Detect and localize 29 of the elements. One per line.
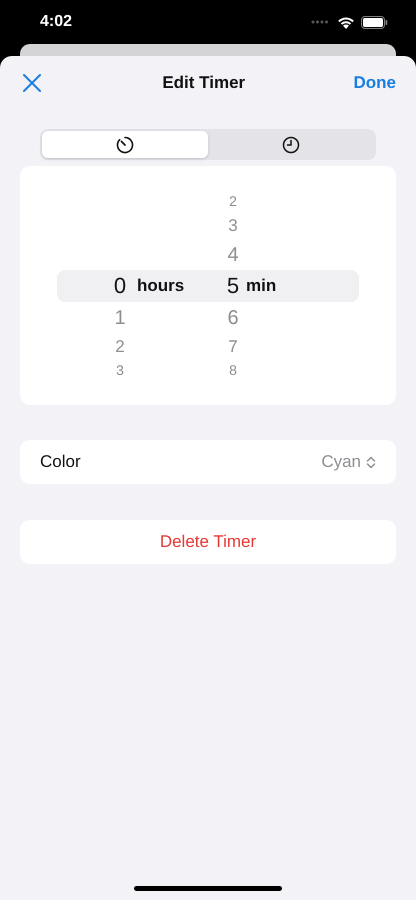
timer-tab[interactable] [42,131,208,158]
clock-icon [282,136,300,154]
close-button[interactable] [22,73,42,93]
done-button[interactable]: Done [353,73,396,93]
close-icon [23,74,41,92]
picker-value[interactable]: 2 [222,191,244,211]
picker-value[interactable]: 6 [222,302,244,333]
wifi-icon [337,16,355,28]
color-row[interactable]: Color Cyan [20,440,396,484]
unit-label: min [245,275,278,297]
picker-value[interactable]: 4 [222,239,244,270]
picker-value[interactable]: 2 [105,333,135,360]
delete-timer-button[interactable]: Delete Timer [20,520,396,564]
signal-icon [311,20,329,24]
picker-value[interactable]: 5 [222,270,244,302]
battery-icon [361,16,388,28]
unit-label: hours [136,275,186,297]
picker-value[interactable]: 8 [222,360,244,380]
color-label: Color [40,452,81,472]
picker-value[interactable]: 1 [105,302,135,333]
picker-value[interactable]: 3 [222,211,244,239]
picker-value[interactable]: 7 [222,333,244,360]
picker-value[interactable]: 0 [105,270,135,302]
timer-icon [116,136,134,154]
up-down-chevron-icon [366,456,376,468]
status-time: 4:02 [40,13,72,31]
sheet-title: Edit Timer [162,73,246,93]
picker-value[interactable]: 3 [105,360,135,380]
color-value: Cyan [321,452,361,472]
